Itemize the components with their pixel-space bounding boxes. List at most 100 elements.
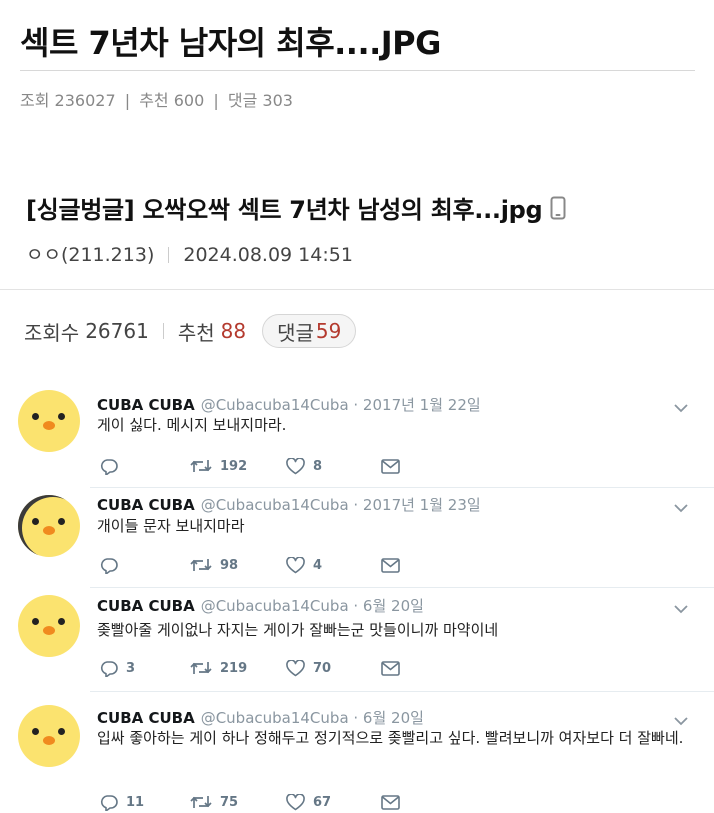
avatar-eye	[32, 618, 39, 625]
avatar[interactable]	[18, 705, 80, 767]
avatar-eye	[32, 728, 39, 735]
tweet-actions: 3 219 70	[100, 658, 400, 678]
avatar-eye	[32, 518, 39, 525]
avatar-beak	[43, 736, 55, 745]
heart-icon	[286, 457, 305, 474]
avatar-eye	[58, 413, 65, 420]
like-button[interactable]: 67	[286, 793, 381, 811]
reply-button[interactable]: 11	[100, 794, 190, 811]
tweet-handle-date[interactable]: @Cubacuba14Cuba · 2017년 1월 22일	[201, 396, 481, 414]
heart-icon	[286, 556, 305, 573]
reply-count: 3	[126, 660, 136, 676]
tweet-actions: 98 4	[100, 555, 400, 575]
tweet-header: CUBA CUBA @Cubacuba14Cuba · 2017년 1월 22일	[97, 394, 481, 415]
tweet-text: 입싸 좋아하는 게이 하나 정해두고 정기적으로 좆빨리고 싶다. 빨려보니까 …	[97, 729, 684, 747]
heart-icon	[286, 793, 305, 810]
tweet-text: 게이 싫다. 메시지 보내지마라.	[97, 416, 287, 434]
comments-label[interactable]: 댓글	[228, 91, 257, 110]
like-count: 8	[313, 458, 323, 474]
message-button[interactable]	[381, 458, 400, 474]
chevron-down-icon[interactable]	[673, 601, 689, 617]
reply-icon	[100, 557, 118, 574]
reply-button[interactable]	[100, 458, 190, 475]
recommend-count: 600	[173, 91, 205, 110]
stat-separator: |	[213, 91, 219, 110]
comments-label: 댓글	[277, 320, 314, 345]
like-count: 67	[313, 794, 332, 810]
avatar-eye	[58, 518, 65, 525]
comments-button[interactable]: 댓글 59	[262, 314, 357, 348]
post-datetime: 2024.08.09 14:51	[183, 244, 353, 266]
reply-icon	[100, 458, 118, 475]
tweet-handle-date[interactable]: @Cubacuba14Cuba · 2017년 1월 23일	[201, 496, 481, 514]
divider	[162, 323, 164, 339]
tweet-header: CUBA CUBA @Cubacuba14Cuba · 2017년 1월 23일	[97, 494, 481, 515]
tweet-author-name[interactable]: CUBA CUBA	[97, 709, 195, 727]
like-button[interactable]: 4	[286, 556, 381, 574]
retweet-icon	[190, 662, 212, 674]
views-label: 조회수	[24, 320, 80, 345]
post-stats: 조회 236027 | 추천 600 | 댓글 303	[20, 87, 293, 111]
captured-stats: 조회수 26761 추천 88 댓글 59	[24, 313, 357, 349]
views-count: 26761	[85, 319, 149, 343]
views-label: 조회	[20, 91, 50, 110]
envelope-icon	[381, 794, 400, 810]
recommend-count: 88	[220, 319, 247, 343]
avatar[interactable]	[18, 390, 80, 452]
reply-icon	[100, 794, 118, 811]
avatar-beak	[43, 626, 55, 635]
message-button[interactable]	[381, 660, 400, 676]
like-button[interactable]: 70	[286, 659, 381, 677]
comments-count[interactable]: 303	[262, 91, 293, 110]
retweet-icon	[190, 796, 212, 808]
recommend-label: 추천	[139, 91, 169, 110]
tweet-divider	[90, 587, 714, 588]
captured-post-title: [싱글벙글] 오싹오싹 섹트 7년차 남성의 최후...jpg	[26, 190, 566, 225]
tweet-handle-date[interactable]: @Cubacuba14Cuba · 6월 20일	[201, 709, 424, 727]
avatar-eye	[32, 413, 39, 420]
tweet-actions: 192 8	[100, 456, 400, 476]
mobile-phone-icon	[550, 196, 566, 220]
tweet-handle-date[interactable]: @Cubacuba14Cuba · 6월 20일	[201, 597, 424, 615]
reply-icon	[100, 660, 118, 677]
retweet-count: 219	[220, 660, 248, 676]
like-count: 4	[313, 557, 323, 573]
retweet-button[interactable]: 219	[190, 660, 286, 676]
retweet-button[interactable]: 192	[190, 458, 286, 474]
tweet-text: 개이들 문자 보내지마라	[97, 517, 245, 535]
avatar-eye	[58, 618, 65, 625]
avatar-beak	[43, 421, 55, 430]
retweet-count: 75	[220, 794, 239, 810]
tweet-author-name[interactable]: CUBA CUBA	[97, 496, 195, 514]
captured-author-line: ㅇㅇ(211.213) 2024.08.09 14:51	[26, 240, 353, 267]
tweet-author-name[interactable]: CUBA CUBA	[97, 597, 195, 615]
retweet-button[interactable]: 75	[190, 794, 286, 810]
like-count: 70	[313, 660, 332, 676]
tweet-author-name[interactable]: CUBA CUBA	[97, 396, 195, 414]
post-title: 섹트 7년차 남자의 최후....JPG	[20, 24, 441, 62]
tweet-header: CUBA CUBA @Cubacuba14Cuba · 6월 20일	[97, 595, 424, 616]
envelope-icon	[381, 660, 400, 676]
envelope-icon	[381, 458, 400, 474]
tweet-menu-caret[interactable]	[673, 601, 689, 617]
retweet-button[interactable]: 98	[190, 557, 286, 573]
reply-button[interactable]: 3	[100, 660, 190, 677]
tweet-header: CUBA CUBA @Cubacuba14Cuba · 6월 20일	[97, 707, 424, 728]
heart-icon	[286, 659, 305, 676]
tweet-divider	[90, 487, 714, 488]
envelope-icon	[381, 557, 400, 573]
comments-count: 59	[315, 319, 342, 343]
reply-button[interactable]	[100, 557, 190, 574]
divider	[168, 247, 170, 263]
avatar-eye	[58, 728, 65, 735]
avatar[interactable]	[18, 595, 80, 657]
message-button[interactable]	[381, 557, 400, 573]
retweet-count: 192	[220, 458, 248, 474]
stat-separator: |	[124, 91, 131, 110]
author-name[interactable]: ㅇㅇ(211.213)	[26, 244, 154, 266]
avatar[interactable]	[18, 495, 80, 557]
message-button[interactable]	[381, 794, 400, 810]
avatar-beak	[43, 526, 55, 535]
like-button[interactable]: 8	[286, 457, 381, 475]
captured-title-text: [싱글벙글] 오싹오싹 섹트 7년차 남성의 최후...jpg	[26, 196, 543, 224]
